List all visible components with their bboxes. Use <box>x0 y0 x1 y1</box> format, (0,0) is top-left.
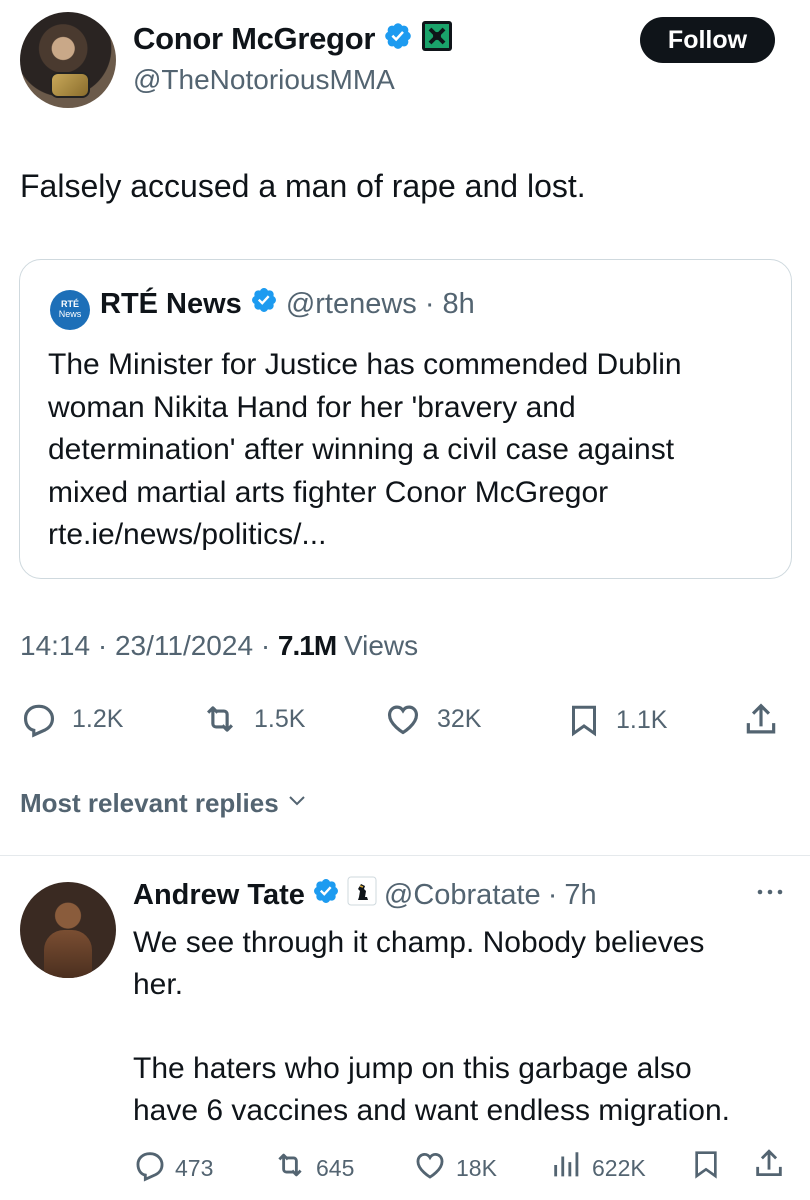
reply-button[interactable]: 1.2K <box>20 700 123 738</box>
tweet-text: Falsely accused a man of rape and lost. <box>20 168 586 204</box>
repost-count: 1.5K <box>254 704 306 733</box>
author-name[interactable]: Conor McGregor <box>133 21 375 57</box>
author-name-row: Conor McGregor <box>133 20 453 57</box>
replies-sort-dropdown[interactable]: Most relevant replies <box>20 788 309 819</box>
quote-link[interactable]: rte.ie/news/politics/... <box>48 514 768 557</box>
views-count: 7.1M <box>277 630 337 661</box>
reply-count: 1.2K <box>72 704 124 733</box>
share-icon <box>742 700 780 740</box>
tweet-time[interactable]: 14:14 <box>20 630 90 661</box>
author-handle[interactable]: @TheNotoriousMMA <box>133 64 395 96</box>
dot-separator: · <box>97 630 115 661</box>
reply-bookmark-button[interactable] <box>690 1146 722 1188</box>
share-icon <box>752 1146 786 1188</box>
tweet-meta: 14:14 · 23/11/2024 · 7.1M Views <box>20 630 418 662</box>
repost-icon <box>272 1148 308 1188</box>
bookmark-icon <box>566 700 602 740</box>
reply-repost-count: 645 <box>316 1154 355 1181</box>
repost-button[interactable]: 1.5K <box>200 700 305 738</box>
quote-author-handle[interactable]: @rtenews <box>286 288 417 321</box>
quote-text-line: woman Nikita Hand for her 'bravery and <box>48 390 576 424</box>
reply-repost-button[interactable]: 645 <box>272 1148 354 1188</box>
reply-author-avatar[interactable] <box>20 882 116 978</box>
reply-text-line: The haters who jump on this garbage also <box>133 1052 692 1085</box>
reply-text-line: We see through it champ. Nobody believes <box>133 926 705 959</box>
dot-separator: · <box>547 878 558 911</box>
repost-icon <box>200 700 240 738</box>
views-label: Views <box>343 630 419 661</box>
rte-logo-text: RTÉ <box>61 299 79 309</box>
quote-text-line: The Minister for Justice has commended D… <box>48 348 682 381</box>
reply-text-line: her. <box>133 968 184 1001</box>
verified-badge-icon <box>250 286 278 322</box>
heart-icon <box>412 1148 448 1188</box>
rte-logo-subtext: News <box>58 309 82 319</box>
rte-news-logo[interactable]: RTÉ News <box>50 290 90 330</box>
reply-reply-button[interactable]: 473 <box>133 1148 213 1188</box>
reply-reply-count: 473 <box>175 1154 214 1181</box>
reply-icon <box>20 700 58 738</box>
reply-like-count: 18K <box>456 1154 497 1181</box>
reply-author-handle[interactable]: @Cobratate <box>384 879 541 912</box>
reply-text-line <box>133 1006 793 1048</box>
heart-icon <box>383 700 423 738</box>
bookmark-count: 1.1K <box>616 705 668 734</box>
quoted-tweet-card[interactable]: RTÉ News RTÉ News @rtenews · 8h The Mini… <box>19 259 792 579</box>
bookmark-button[interactable]: 1.1K <box>566 700 667 740</box>
dot-separator: · <box>424 287 435 320</box>
verified-badge-icon <box>312 877 340 913</box>
bookmark-icon <box>690 1146 722 1188</box>
quote-text-line: determination' after winning a civil cas… <box>48 433 675 466</box>
quote-text: The Minister for Justice has commended D… <box>48 344 768 557</box>
like-count: 32K <box>437 704 482 733</box>
reply-text-line: have 6 vaccines and want endless migrati… <box>133 1094 731 1127</box>
reply-author-row: Andrew Tate @Cobratate · 7h <box>133 876 597 914</box>
reply-icon <box>133 1148 167 1188</box>
affiliate-chess-icon <box>347 876 377 914</box>
quote-age: 8h <box>442 287 475 320</box>
verified-badge-icon <box>383 21 413 56</box>
divider <box>0 855 810 856</box>
share-button[interactable] <box>742 700 780 740</box>
reply-views-count: 622K <box>592 1154 646 1181</box>
analytics-icon <box>550 1148 584 1188</box>
affiliate-badge-icon <box>421 20 453 57</box>
reply-author-name[interactable]: Andrew Tate <box>133 879 305 912</box>
quote-author-row: RTÉ News @rtenews · 8h <box>100 286 475 322</box>
quote-author-name[interactable]: RTÉ News <box>100 288 242 321</box>
more-options-icon[interactable] <box>752 880 788 909</box>
follow-button[interactable]: Follow <box>640 17 775 63</box>
author-avatar[interactable] <box>20 12 116 108</box>
like-button[interactable]: 32K <box>383 700 481 738</box>
reply-views-button[interactable]: 622K <box>550 1148 646 1188</box>
tweet-date[interactable]: 23/11/2024 <box>115 630 253 661</box>
chevron-down-icon <box>285 788 309 819</box>
reply-like-button[interactable]: 18K <box>412 1148 497 1188</box>
replies-sort-label: Most relevant replies <box>20 788 279 818</box>
reply-age: 7h <box>564 878 597 911</box>
reply-share-button[interactable] <box>752 1146 786 1188</box>
reply-text: We see through it champ. Nobody believes… <box>133 922 793 1132</box>
dot-separator: · <box>260 630 278 661</box>
quote-text-line: mixed martial arts fighter Conor McGrego… <box>48 475 609 509</box>
